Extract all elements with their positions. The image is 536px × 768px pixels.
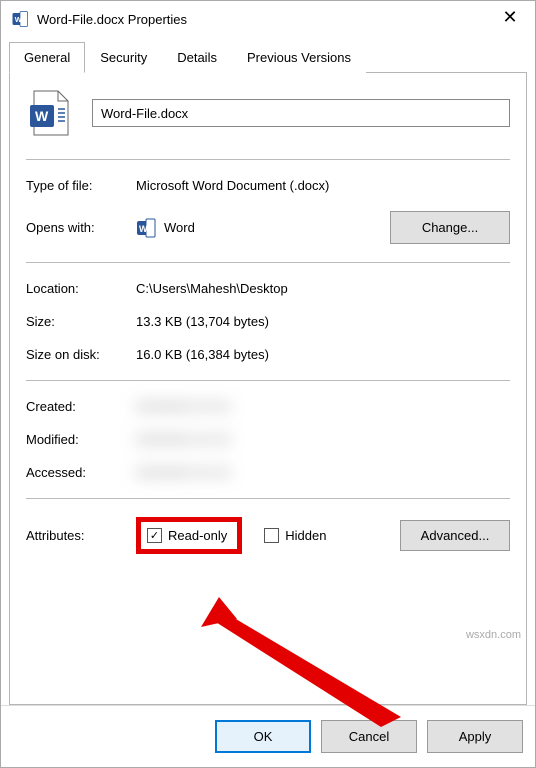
location-value: C:\Users\Mahesh\Desktop <box>136 281 288 296</box>
size-value: 13.3 KB (13,704 bytes) <box>136 314 269 329</box>
svg-text:W: W <box>35 108 49 124</box>
file-type-icon: W <box>28 89 72 137</box>
created-label: Created: <box>26 399 136 414</box>
opens-with-label: Opens with: <box>26 220 136 235</box>
location-label: Location: <box>26 281 136 296</box>
dialog-footer: OK Cancel Apply <box>1 705 535 767</box>
separator <box>26 498 510 499</box>
word-small-icon: W <box>136 218 156 238</box>
modified-label: Modified: <box>26 432 136 447</box>
accessed-label: Accessed: <box>26 465 136 480</box>
type-of-file-value: Microsoft Word Document (.docx) <box>136 178 329 193</box>
separator <box>26 262 510 263</box>
properties-dialog: W Word-File.docx Properties ✕ General Se… <box>0 0 536 768</box>
readonly-checkbox-group[interactable]: ✓ Read-only <box>147 528 227 543</box>
hidden-checkbox-group[interactable]: Hidden <box>264 528 326 543</box>
modified-value: 00000000 00 00 <box>136 432 230 447</box>
window-title: Word-File.docx Properties <box>37 12 495 27</box>
word-app-icon: W <box>11 10 29 28</box>
attributes-label: Attributes: <box>26 528 136 543</box>
cancel-button[interactable]: Cancel <box>321 720 417 753</box>
tab-details[interactable]: Details <box>162 42 232 73</box>
tabs: General Security Details Previous Versio… <box>1 37 535 72</box>
ok-button[interactable]: OK <box>215 720 311 753</box>
hidden-checkbox[interactable] <box>264 528 279 543</box>
highlight-box: ✓ Read-only <box>136 517 242 554</box>
tab-security[interactable]: Security <box>85 42 162 73</box>
watermark: wsxdn.com <box>466 629 521 641</box>
filename-input[interactable] <box>92 99 510 127</box>
hidden-label: Hidden <box>285 528 326 543</box>
accessed-value: 00000000 00 00 <box>136 465 230 480</box>
readonly-checkbox[interactable]: ✓ <box>147 528 162 543</box>
change-button[interactable]: Change... <box>390 211 510 244</box>
apply-button[interactable]: Apply <box>427 720 523 753</box>
close-button[interactable]: ✕ <box>495 7 525 31</box>
tab-previous-versions[interactable]: Previous Versions <box>232 42 366 73</box>
svg-text:W: W <box>139 224 148 234</box>
opens-with-value: Word <box>164 220 195 235</box>
titlebar: W Word-File.docx Properties ✕ <box>1 1 535 37</box>
size-on-disk-label: Size on disk: <box>26 347 136 362</box>
type-of-file-label: Type of file: <box>26 178 136 193</box>
size-label: Size: <box>26 314 136 329</box>
tab-panel-general: W Type of file: Microsoft Word Document … <box>9 72 527 705</box>
size-on-disk-value: 16.0 KB (16,384 bytes) <box>136 347 269 362</box>
tab-general[interactable]: General <box>9 42 85 73</box>
created-value: 00000000 00 00 <box>136 399 230 414</box>
separator <box>26 380 510 381</box>
separator <box>26 159 510 160</box>
svg-text:W: W <box>15 15 23 24</box>
advanced-button[interactable]: Advanced... <box>400 520 510 551</box>
readonly-label: Read-only <box>168 528 227 543</box>
